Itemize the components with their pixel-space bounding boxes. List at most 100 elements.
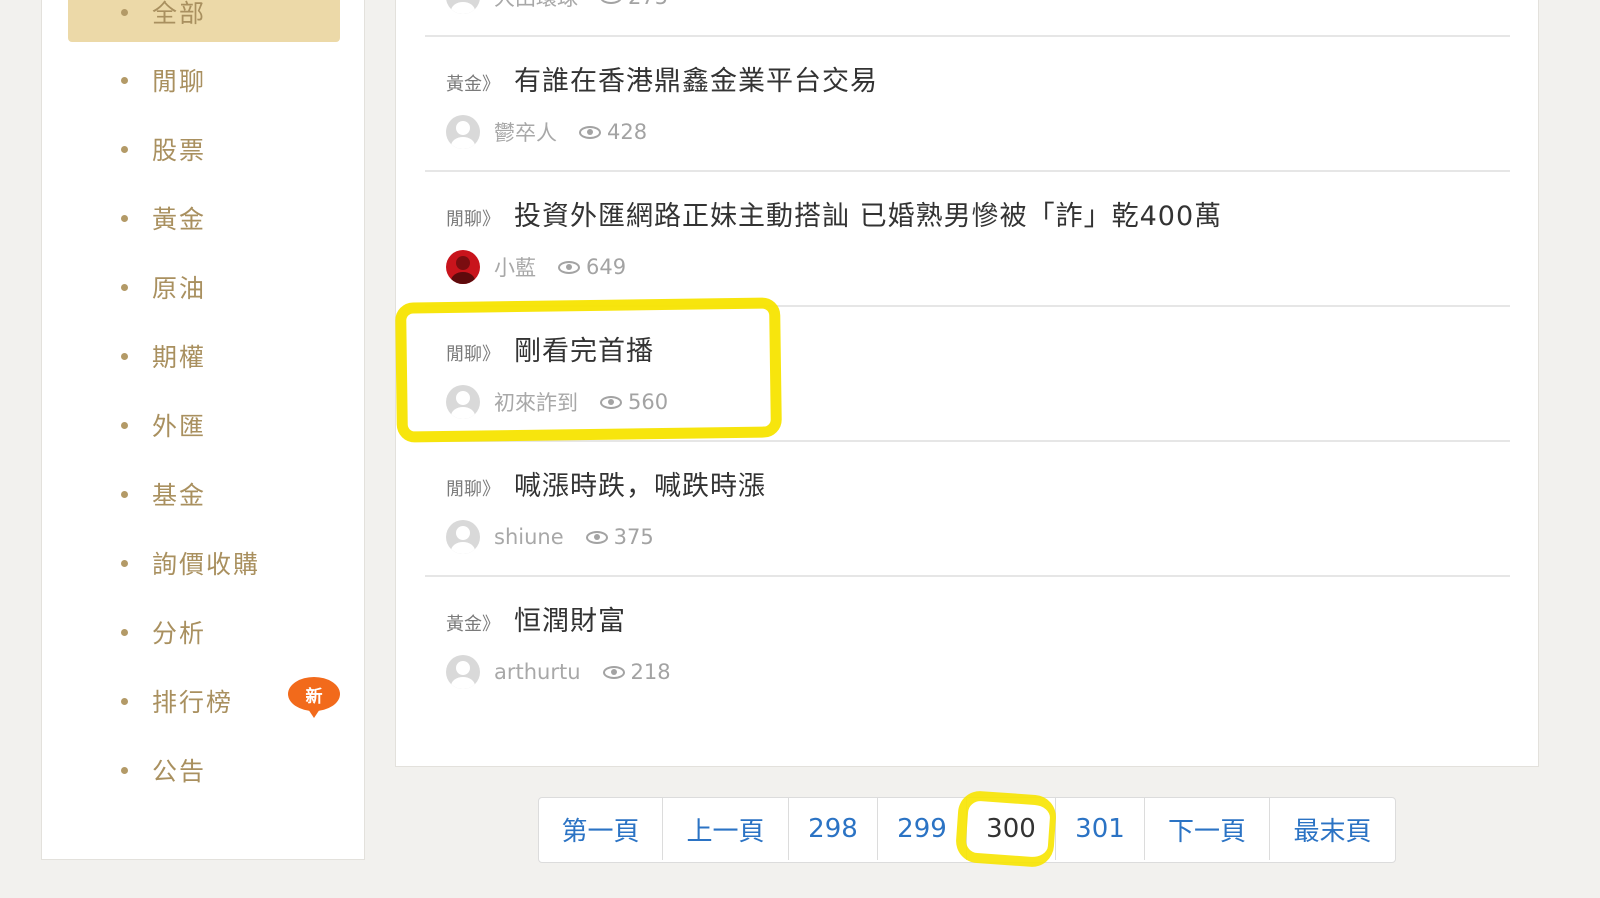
next-page-button[interactable]: 下一頁 bbox=[1145, 798, 1270, 860]
post-title[interactable]: 投資外匯網路正妹主動搭訕 已婚熟男慘被「詐」乾400萬 bbox=[514, 194, 1222, 233]
eye-icon bbox=[558, 260, 580, 274]
bullet-icon bbox=[121, 76, 128, 84]
sidebar-item-funds[interactable]: 基金 bbox=[68, 464, 340, 524]
view-count-group: 275 bbox=[600, 0, 668, 9]
avatar[interactable] bbox=[446, 0, 480, 14]
view-count: 375 bbox=[613, 525, 654, 549]
view-count-group: 428 bbox=[579, 120, 647, 144]
list-item[interactable]: 大田環球 275 bbox=[425, 0, 1510, 37]
post-title-row: 閒聊》 投資外匯網路正妹主動搭訕 已婚熟男慘被「詐」乾400萬 bbox=[446, 194, 1222, 233]
view-count: 218 bbox=[630, 660, 671, 684]
bullet-icon bbox=[121, 283, 128, 291]
post-author[interactable]: 大田環球 bbox=[494, 0, 578, 12]
sidebar-item-inquiry[interactable]: 詢價收購 bbox=[68, 533, 340, 593]
sidebar-item-label: 期權 bbox=[152, 343, 207, 372]
sidebar-item-forex[interactable]: 外匯 bbox=[68, 395, 340, 455]
post-title[interactable]: 剛看完首播 bbox=[514, 329, 654, 368]
avatar[interactable] bbox=[446, 115, 480, 149]
sidebar-item-options[interactable]: 期權 bbox=[68, 326, 340, 386]
sidebar-item-label: 黃金 bbox=[152, 205, 207, 234]
view-count: 275 bbox=[628, 0, 668, 9]
prev-page-button[interactable]: 上一頁 bbox=[663, 798, 789, 860]
post-list-panel: 大田環球 275 黃金》 有誰在香港鼎鑫金業平台交易 鬱卒人 428 閒聊》 投… bbox=[395, 0, 1539, 767]
avatar[interactable] bbox=[446, 250, 480, 284]
post-author[interactable]: 小藍 bbox=[494, 252, 536, 282]
post-author[interactable]: 鬱卒人 bbox=[494, 117, 557, 147]
post-meta: arthurtu 218 bbox=[446, 655, 671, 689]
sidebar-item-label: 詢價收購 bbox=[152, 550, 261, 579]
page-298-button[interactable]: 298 bbox=[789, 798, 878, 860]
bullet-icon bbox=[121, 628, 128, 636]
post-author[interactable]: shiune bbox=[494, 525, 564, 549]
eye-icon bbox=[600, 395, 622, 409]
view-count-group: 649 bbox=[558, 255, 626, 279]
post-title-row: 黃金》 恒潤財富 bbox=[446, 599, 626, 638]
bullet-icon bbox=[121, 8, 128, 16]
sidebar-item-label: 公告 bbox=[152, 757, 207, 786]
post-title[interactable]: 恒潤財富 bbox=[514, 599, 626, 638]
post-meta: 大田環球 275 bbox=[446, 0, 668, 14]
view-count-group: 218 bbox=[602, 660, 671, 684]
eye-icon bbox=[600, 0, 622, 4]
avatar[interactable] bbox=[446, 520, 480, 554]
post-author[interactable]: 初來詐到 bbox=[494, 387, 578, 417]
eye-icon bbox=[602, 665, 625, 679]
bullet-icon bbox=[121, 145, 128, 153]
sidebar-item-label: 外匯 bbox=[152, 412, 207, 441]
sidebar-item-chat[interactable]: 閒聊 bbox=[68, 50, 340, 110]
sidebar-item-label: 閒聊 bbox=[152, 67, 207, 96]
bullet-icon bbox=[121, 421, 128, 429]
post-title[interactable]: 有誰在香港鼎鑫金業平台交易 bbox=[514, 59, 878, 98]
list-item[interactable]: 閒聊》 喊漲時跌，喊跌時漲 shiune 375 bbox=[425, 442, 1510, 577]
post-category[interactable]: 閒聊》 bbox=[446, 340, 500, 366]
avatar[interactable] bbox=[446, 655, 480, 689]
page-300-button[interactable]: 300 bbox=[967, 798, 1056, 860]
avatar[interactable] bbox=[446, 385, 480, 419]
bullet-icon bbox=[121, 766, 128, 774]
eye-icon bbox=[585, 530, 608, 544]
new-badge: 新 bbox=[288, 677, 340, 718]
sidebar-item-label: 全部 bbox=[152, 0, 207, 28]
view-count: 428 bbox=[607, 120, 648, 144]
sidebar-item-analysis[interactable]: 分析 bbox=[68, 602, 340, 662]
view-count-group: 375 bbox=[585, 525, 654, 549]
sidebar-item-stocks[interactable]: 股票 bbox=[68, 119, 340, 179]
sidebar-item-label: 原油 bbox=[152, 274, 207, 303]
list-item[interactable]: 黃金》 有誰在香港鼎鑫金業平台交易 鬱卒人 428 bbox=[425, 37, 1510, 172]
post-category[interactable]: 閒聊》 bbox=[446, 475, 500, 501]
page-299-button[interactable]: 299 bbox=[878, 798, 967, 860]
sidebar-item-gold[interactable]: 黃金 bbox=[68, 188, 340, 248]
sidebar-item-crude-oil[interactable]: 原油 bbox=[68, 257, 340, 317]
last-page-button[interactable]: 最末頁 bbox=[1270, 798, 1395, 860]
view-count-group: 560 bbox=[600, 390, 668, 414]
category-sidebar: 全部 閒聊 股票 黃金 原油 期權 外匯 基金 詢價收購 分析 排行榜 新 公告 bbox=[41, 0, 365, 860]
sidebar-item-ranking[interactable]: 排行榜 新 bbox=[68, 671, 340, 731]
post-title-row: 閒聊》 喊漲時跌，喊跌時漲 bbox=[446, 464, 766, 503]
post-meta: 初來詐到 560 bbox=[446, 385, 668, 419]
post-author[interactable]: arthurtu bbox=[494, 660, 581, 684]
eye-icon bbox=[579, 125, 601, 139]
post-meta: 小藍 649 bbox=[446, 250, 626, 284]
post-category[interactable]: 黃金》 bbox=[446, 70, 500, 96]
post-category[interactable]: 閒聊》 bbox=[446, 205, 500, 231]
sidebar-item-label: 排行榜 bbox=[152, 688, 234, 717]
post-title-row: 閒聊》 剛看完首播 bbox=[446, 329, 654, 368]
sidebar-item-label: 股票 bbox=[152, 136, 207, 165]
post-meta: 鬱卒人 428 bbox=[446, 115, 647, 149]
bullet-icon bbox=[121, 214, 128, 222]
post-category[interactable]: 黃金》 bbox=[446, 610, 500, 636]
sidebar-item-announcements[interactable]: 公告 bbox=[68, 740, 340, 800]
sidebar-item-all[interactable]: 全部 bbox=[68, 0, 340, 42]
list-item[interactable]: 黃金》 恒潤財富 arthurtu 218 bbox=[425, 577, 1510, 712]
sidebar-item-label: 基金 bbox=[152, 481, 207, 510]
sidebar-item-label: 分析 bbox=[152, 619, 207, 648]
pagination: 第一頁 上一頁 298 299 300 301 下一頁 最末頁 bbox=[538, 797, 1396, 863]
view-count: 560 bbox=[628, 390, 669, 414]
bullet-icon bbox=[121, 352, 128, 360]
first-page-button[interactable]: 第一頁 bbox=[539, 798, 663, 860]
bullet-icon bbox=[121, 559, 128, 567]
post-title[interactable]: 喊漲時跌，喊跌時漲 bbox=[514, 464, 766, 503]
page-301-button[interactable]: 301 bbox=[1056, 798, 1145, 860]
list-item[interactable]: 閒聊》 剛看完首播 初來詐到 560 bbox=[425, 307, 1510, 442]
list-item[interactable]: 閒聊》 投資外匯網路正妹主動搭訕 已婚熟男慘被「詐」乾400萬 小藍 649 bbox=[425, 172, 1510, 307]
